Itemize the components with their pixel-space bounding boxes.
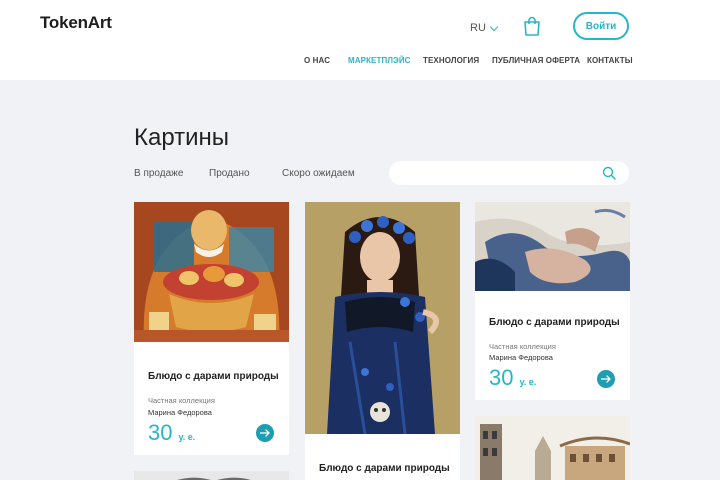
artwork-card[interactable]: Блюдо с дарами природы Частная коллекция…: [475, 202, 630, 400]
artwork-card[interactable]: [475, 416, 630, 480]
artwork-image: [475, 416, 630, 480]
login-button[interactable]: Войти: [573, 12, 629, 40]
artwork-author: Марина Федорова: [489, 353, 553, 362]
language-label: RU: [470, 22, 486, 34]
artwork-image: [475, 202, 630, 291]
open-artwork-button[interactable]: [597, 370, 615, 388]
artwork-title[interactable]: Блюдо с дарами природы: [148, 371, 279, 382]
chevron-down-icon: [489, 22, 499, 31]
artwork-image: [134, 202, 289, 342]
search-input[interactable]: [401, 165, 596, 181]
tab-on-sale[interactable]: В продаже: [134, 168, 183, 179]
nav-item-marketplace[interactable]: МАРКЕТПЛЭЙС: [348, 56, 411, 65]
artwork-card[interactable]: Блюдо с дарами природы Частная коллекция…: [134, 202, 289, 455]
price-currency: у. е.: [178, 432, 196, 442]
logo[interactable]: TokenArt: [40, 13, 112, 33]
artwork-price: 30 у. е.: [148, 420, 195, 446]
artwork-title[interactable]: Блюдо с дарами природы: [489, 317, 620, 328]
price-value: 30: [148, 420, 173, 445]
nav-item-public-offer[interactable]: ПУБЛИЧНАЯ ОФЕРТА: [492, 56, 580, 65]
price-currency: у. е.: [519, 377, 537, 387]
arrow-right-icon: [601, 375, 611, 383]
artwork-image: [134, 471, 289, 480]
artwork-image: [305, 202, 460, 434]
arrow-right-icon: [260, 429, 270, 437]
open-artwork-button[interactable]: [256, 424, 274, 442]
artwork-card[interactable]: Блюдо с дарами природы: [305, 202, 460, 480]
artwork-card[interactable]: [134, 471, 289, 480]
artwork-price: 30 у. е.: [489, 365, 536, 391]
cart-icon[interactable]: [523, 16, 541, 36]
nav-item-about[interactable]: О НАС: [304, 56, 330, 65]
page-title: Картины: [134, 124, 230, 151]
nav-item-contacts[interactable]: КОНТАКТЫ: [587, 56, 633, 65]
artwork-author: Марина Федорова: [148, 408, 212, 417]
tab-sold[interactable]: Продано: [209, 168, 250, 179]
price-value: 30: [489, 365, 514, 390]
nav-item-technology[interactable]: ТЕХНОЛОГИЯ: [423, 56, 479, 65]
search-box: [389, 161, 629, 185]
artwork-title[interactable]: Блюдо с дарами природы: [319, 463, 450, 474]
tab-coming-soon[interactable]: Скоро ожидаем: [282, 168, 355, 179]
language-selector[interactable]: RU: [470, 22, 499, 34]
artwork-collection: Частная коллекция: [489, 342, 556, 351]
artwork-collection: Частная коллекция: [148, 396, 215, 405]
site-header: TokenArt RU Войти О НАС МАРКЕТПЛЭЙС ТЕХН…: [0, 0, 720, 80]
search-icon[interactable]: [602, 166, 616, 180]
main-nav: О НАС МАРКЕТПЛЭЙС ТЕХНОЛОГИЯ ПУБЛИЧНАЯ О…: [0, 56, 720, 68]
